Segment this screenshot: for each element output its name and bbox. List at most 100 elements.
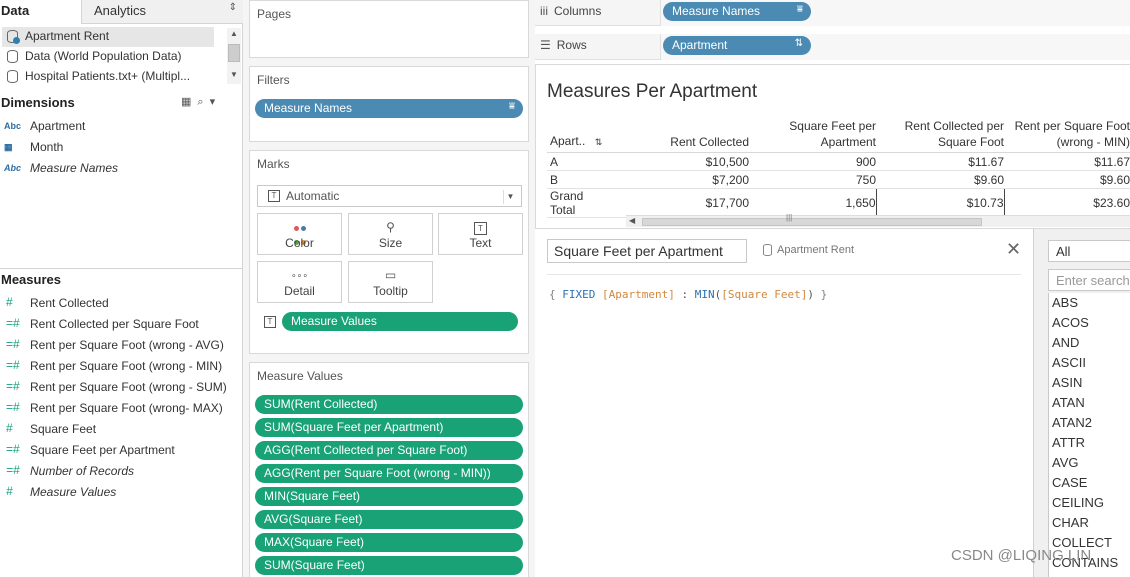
view-title[interactable]: Measures Per Apartment [547,81,757,103]
column-header[interactable]: Rent Collected [611,118,749,153]
sort-icon[interactable]: ⇅ [595,137,603,147]
function-item[interactable]: AVG [1052,455,1079,470]
marks-pill[interactable]: Measure Values [282,312,518,331]
table-cell[interactable]: B [547,170,611,189]
datasource-scrollbar[interactable]: ▲ ▼ [227,28,241,84]
measure-value-pill[interactable]: AVG(Square Feet) [255,510,523,529]
function-item[interactable]: ATAN [1052,395,1085,410]
table-cell[interactable]: $7,200 [611,170,749,189]
table-cell[interactable]: 900 [749,152,876,171]
search-icon[interactable]: ⌕ [197,96,203,108]
column-header[interactable]: Square Feet per Apartment [749,118,876,153]
function-item[interactable]: ASIN [1052,375,1082,390]
size-label: Size [378,236,403,250]
datasource-item[interactable]: Data (World Population Data) [2,47,214,67]
function-item[interactable]: ATTR [1052,435,1085,450]
measure-value-pill[interactable]: AGG(Rent Collected per Square Foot) [255,441,523,460]
tab-analytics[interactable]: Analytics ⇕ [81,0,243,24]
measure-field[interactable]: # Rent Collected [0,294,242,314]
scroll-left-icon[interactable]: ◀ [629,216,635,225]
dimension-field[interactable]: Abc Measure Names [0,159,242,179]
measure-value-pill[interactable]: SUM(Square Feet per Apartment) [255,418,523,437]
filters-card[interactable]: Filters Measure Names ⩸ [249,66,529,142]
close-icon[interactable]: ✕ [1006,239,1021,260]
measure-field[interactable]: =# Rent per Square Foot (wrong - SUM) [0,378,242,398]
field-label: Rent Collected per Square Foot [30,317,199,331]
function-item[interactable]: ACOS [1052,315,1089,330]
string-type-icon: Abc [4,121,22,131]
detail-button[interactable]: ∘∘∘ Detail [257,261,342,303]
function-item[interactable]: CHAR [1052,515,1089,530]
pages-card[interactable]: Pages [249,0,529,58]
scroll-up-icon[interactable]: ▲ [230,29,238,38]
function-item[interactable]: ATAN2 [1052,415,1092,430]
mark-type-select[interactable]: T Automatic ▼ [257,185,522,207]
view-grid-icon[interactable]: ▦ [181,96,191,108]
table-cell[interactable]: Grand Total [547,188,611,218]
rows-label: ☰ Rows [540,38,587,52]
scroll-thumb[interactable] [642,218,982,226]
function-search-input[interactable]: Enter search text [1048,269,1130,291]
view-scrollbar[interactable]: ◀ ||| [626,213,1130,227]
columns-drop-area[interactable]: Measure Names ⩸ [660,0,1130,26]
table-row: B $7,200 750 $9.60 $9.60 [547,170,1130,189]
table-cell[interactable]: 1,650 [749,188,876,218]
table-cell[interactable]: A [547,152,611,171]
measure-field[interactable]: =# Rent per Square Foot (wrong - MIN) [0,357,242,377]
function-item[interactable]: CASE [1052,475,1087,490]
size-button[interactable]: ⚲ Size [348,213,433,255]
datasource-item[interactable]: Hospital Patients.txt+ (Multipl... [2,67,214,87]
table-cell[interactable]: 750 [749,170,876,189]
text-button[interactable]: T Text [438,213,523,255]
mark-type-value: Automatic [286,189,340,203]
rows-pill[interactable]: Apartment ⇅ [663,36,811,55]
dimension-field[interactable]: Abc Apartment [0,117,242,137]
scroll-thumb[interactable] [228,44,240,62]
measure-value-pill[interactable]: MIN(Square Feet) [255,487,523,506]
function-category-select[interactable]: All [1048,240,1130,262]
measure-value-pill[interactable]: MAX(Square Feet) [255,533,523,552]
function-item[interactable]: CEILING [1052,495,1104,510]
calculated-field-icon: =# [6,400,20,414]
measure-value-pill[interactable]: SUM(Square Feet) [255,556,523,575]
measure-value-pill[interactable]: AGG(Rent per Square Foot (wrong - MIN)) [255,464,523,483]
table-cell[interactable]: $9.60 [876,170,1004,189]
columns-pill[interactable]: Measure Names ⩸ [663,2,811,21]
table-cell[interactable]: $11.67 [1004,152,1130,171]
filter-pill[interactable]: Measure Names ⩸ [255,99,523,118]
measure-field[interactable]: =# Rent Collected per Square Foot [0,315,242,335]
scroll-down-icon[interactable]: ▼ [230,70,238,79]
calculated-field-icon: =# [6,337,20,351]
color-button[interactable]: Color [257,213,342,255]
table-cell[interactable]: $9.60 [1004,170,1130,189]
measure-field[interactable]: =# Rent per Square Foot (wrong- MAX) [0,399,242,419]
rows-drop-area[interactable]: Apartment ⇅ [660,34,1130,60]
tooltip-button[interactable]: ▭ Tooltip [348,261,433,303]
table-cell[interactable]: $17,700 [611,188,749,218]
pill-label: Measure Values [291,314,377,328]
column-header[interactable]: Apart.. ⇅ [547,118,611,153]
table-cell[interactable]: $10,500 [611,152,749,171]
measure-field[interactable]: # Square Feet [0,420,242,440]
measure-field[interactable]: =# Square Feet per Apartment [0,441,242,461]
field-label: Apartment [30,119,86,133]
table-cell-selected[interactable]: $10.73 [875,188,1005,218]
function-item[interactable]: ASCII [1052,355,1086,370]
dropdown-arrow-icon[interactable]: ▾ [210,96,216,108]
measure-field[interactable]: =# Number of Records [0,462,242,482]
function-item[interactable]: ABS [1052,295,1078,310]
column-header[interactable]: Rent per Square Foot (wrong - MIN) [1004,118,1130,153]
table-cell[interactable]: $11.67 [876,152,1004,171]
table-cell[interactable]: $23.60 [1004,188,1130,218]
calc-name-input[interactable]: Square Feet per Apartment [547,239,747,263]
dimension-field[interactable]: ▦ Month [0,138,242,158]
measure-field[interactable]: # Measure Values [0,483,242,503]
column-header[interactable]: Rent Collected per Square Foot [876,118,1004,153]
calc-formula-editor[interactable]: { FIXED [Apartment] : MIN([Square Feet])… [549,288,827,301]
measure-value-pill[interactable]: SUM(Rent Collected) [255,395,523,414]
measure-field[interactable]: =# Rent per Square Foot (wrong - AVG) [0,336,242,356]
tab-menu-arrow-icon[interactable]: ⇕ [229,2,237,13]
function-item[interactable]: AND [1052,335,1079,350]
tab-data[interactable]: Data [0,0,81,24]
datasource-item[interactable]: Apartment Rent [2,27,214,47]
